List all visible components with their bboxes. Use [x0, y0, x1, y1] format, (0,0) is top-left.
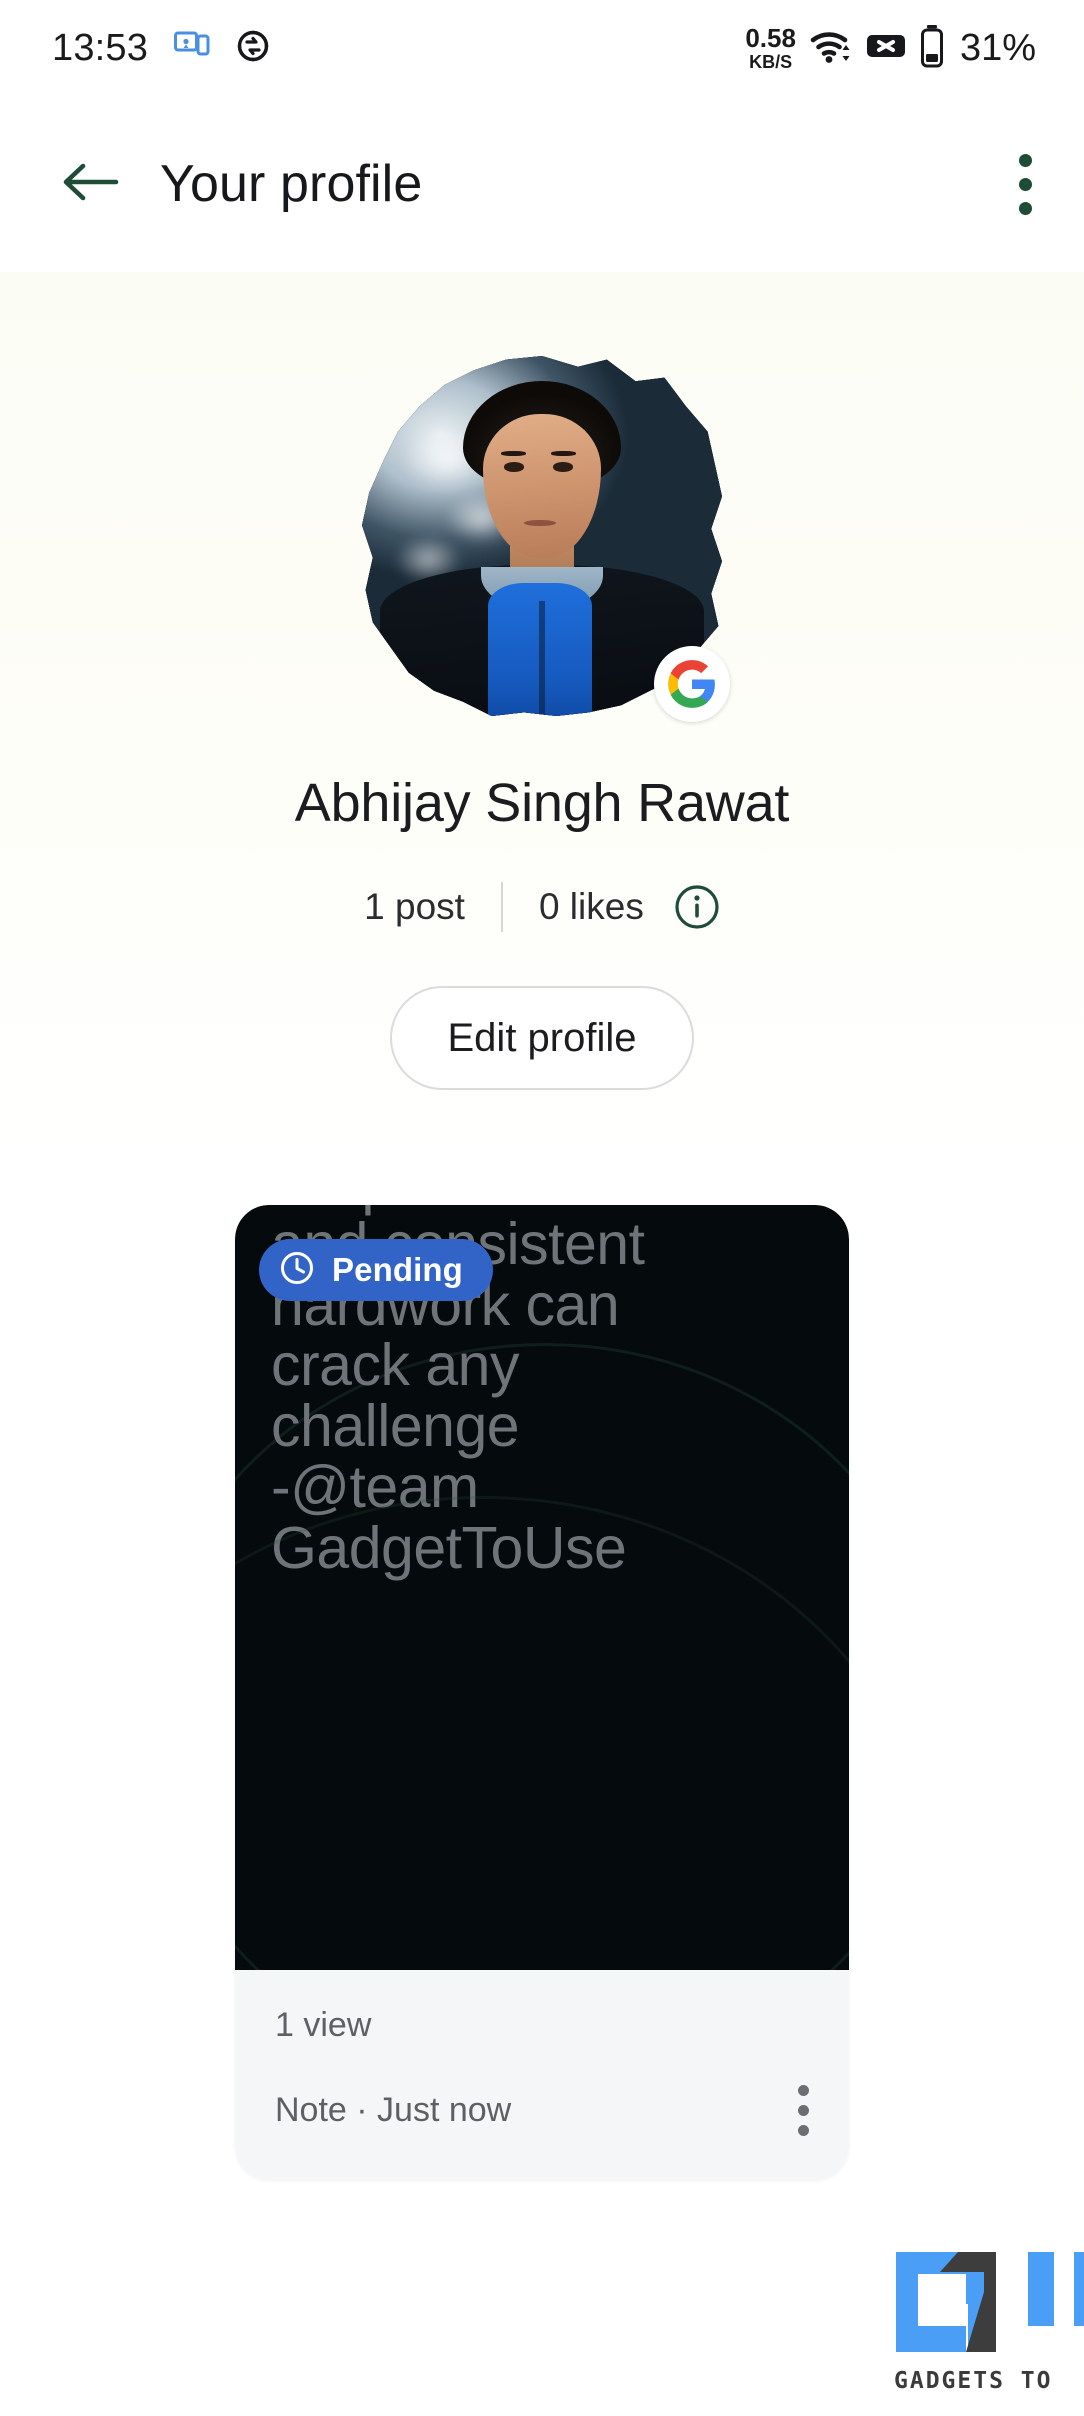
more-vert-icon	[798, 2085, 809, 2096]
post-meta: Note · Just now	[275, 2091, 512, 2129]
post-overflow-button[interactable]	[798, 2085, 809, 2136]
network-speed-value: 0.58	[745, 23, 796, 53]
cast-screen-icon	[174, 31, 210, 66]
edit-profile-button[interactable]: Edit profile	[389, 986, 695, 1090]
watermark: GADGETS TO	[892, 2248, 1084, 2398]
phone-screen: 13:53 0.58 KB/S 31% Your profile Abhijay…	[0, 0, 1084, 2416]
back-arrow-icon	[61, 158, 119, 211]
status-bar-left: 13:53	[52, 27, 270, 70]
more-vert-icon	[798, 2125, 809, 2136]
back-button[interactable]	[42, 158, 138, 211]
status-bar-right: 0.58 KB/S 31%	[745, 24, 1036, 73]
more-vert-icon	[1019, 177, 1032, 191]
profile-name: Abhijay Singh Rawat	[294, 773, 790, 833]
profile-stats: 1 post 0 likes	[364, 882, 720, 932]
status-bar-clock: 13:53	[52, 26, 149, 69]
info-circle-icon[interactable]	[674, 884, 720, 930]
more-vert-icon	[1019, 153, 1032, 167]
more-vert-icon	[1019, 201, 1032, 215]
post-card[interactable]: Proper research and consistent hardwork …	[235, 1205, 849, 2180]
post-footer: 1 view Note · Just now	[235, 1970, 849, 2180]
status-bar: 13:53 0.58 KB/S 31%	[0, 0, 1084, 96]
post-meta-row: Note · Just now	[275, 2085, 809, 2136]
more-vert-icon	[798, 2105, 809, 2116]
view-count: 1 view	[275, 2006, 372, 2044]
status-badge: Pending	[259, 1239, 493, 1301]
network-speed-unit: KB/S	[749, 52, 793, 72]
sync-icon	[236, 29, 270, 68]
profile-hero: Abhijay Singh Rawat 1 post 0 likes Edit …	[0, 272, 1084, 1172]
watermark-brand: GADGETS TO	[894, 2368, 1053, 2394]
app-bar: Your profile	[0, 96, 1084, 272]
google-g-icon	[654, 646, 730, 722]
stats-divider	[500, 882, 503, 932]
network-speed-indicator: 0.58 KB/S	[745, 25, 796, 71]
gadgetstouse-logo-icon	[896, 2252, 1084, 2352]
status-badge-label: Pending	[332, 1251, 463, 1288]
like-count: 0 likes	[538, 886, 644, 927]
battery-percent: 31%	[959, 26, 1036, 69]
post-media[interactable]: Proper research and consistent hardwork …	[235, 1205, 849, 1970]
appbar-overflow-button[interactable]	[1019, 153, 1032, 215]
clock-icon	[279, 1250, 315, 1291]
post-count: 1 post	[364, 886, 465, 927]
wifi-icon	[809, 27, 853, 70]
no-signal-icon	[866, 30, 906, 67]
avatar[interactable]	[362, 356, 730, 722]
battery-icon	[919, 24, 945, 73]
page-title: Your profile	[160, 155, 423, 213]
